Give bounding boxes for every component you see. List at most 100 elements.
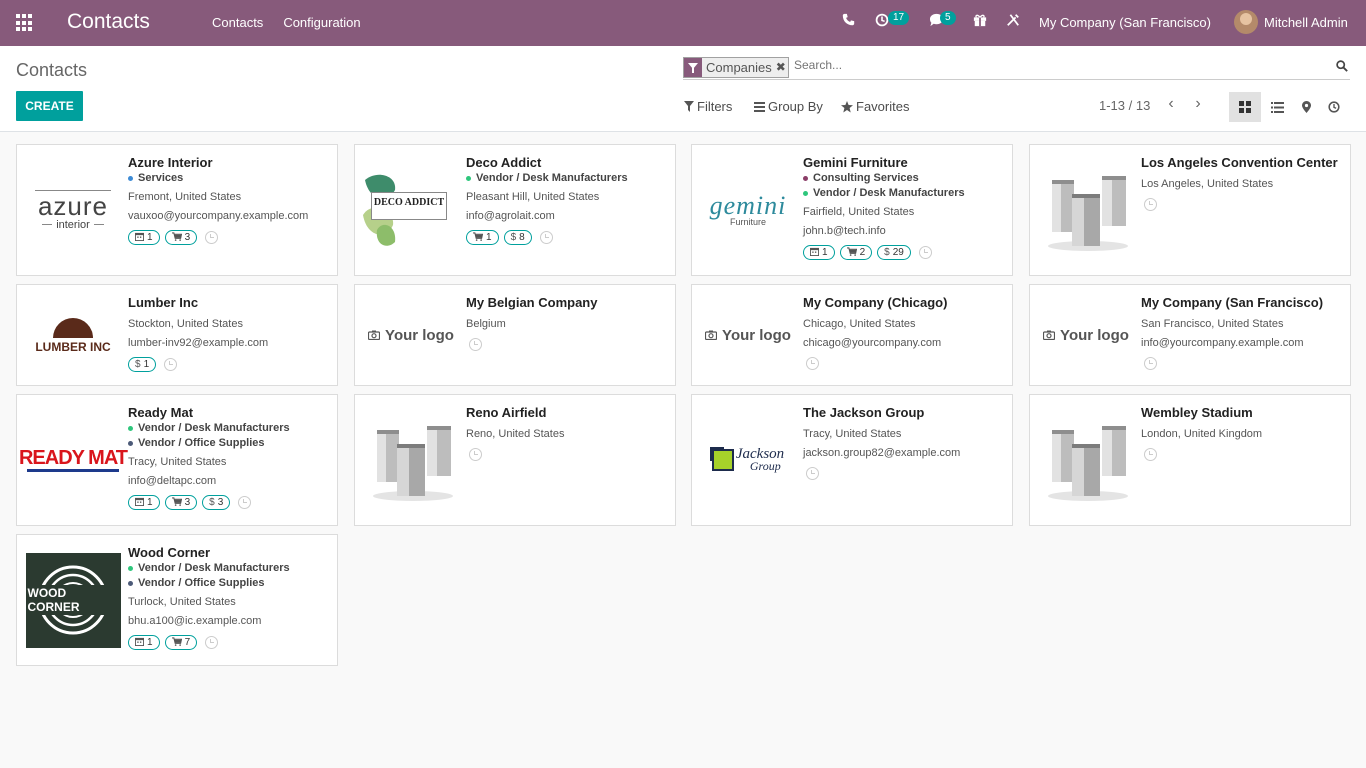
contact-name: Azure Interior: [128, 155, 213, 170]
tag-color-dot: [128, 441, 133, 446]
stat-badge[interactable]: 1: [803, 245, 835, 260]
card-details: Wembley Stadium London, United Kingdom: [1141, 405, 1344, 461]
app-title[interactable]: Contacts: [67, 10, 150, 34]
stat-badge[interactable]: 1: [466, 230, 499, 245]
badge-count: 1: [143, 359, 150, 370]
stat-badge[interactable]: $3: [202, 495, 231, 510]
card-badges: [803, 357, 1006, 370]
card-details: Deco Addict Vendor / Desk Manufacturers Pl…: [466, 155, 669, 245]
badge-count: 3: [217, 497, 224, 508]
search-facet: Companies ✖: [683, 57, 789, 78]
favorites-dropdown[interactable]: Favorites: [841, 99, 909, 114]
activity-clock-icon[interactable]: [469, 448, 482, 461]
contact-card[interactable]: Jackson Group The Jackson Group Tracy, Unit…: [691, 394, 1013, 526]
star-icon: [841, 100, 853, 112]
activity-clock-icon[interactable]: [469, 338, 482, 351]
pager-previous-icon[interactable]: ‹: [1163, 96, 1179, 113]
gift-icon[interactable]: [972, 13, 988, 31]
card-details: Ready Mat Vendor / Desk Manufacturers Vend…: [128, 405, 331, 510]
stat-badge[interactable]: $8: [503, 230, 532, 245]
company-logo: Jackson Group: [692, 395, 804, 525]
card-badges: 1 2 $29: [803, 245, 1006, 260]
company-switcher[interactable]: My Company (San Francisco): [1039, 15, 1211, 30]
contact-name: My Belgian Company: [466, 295, 598, 310]
stat-badge[interactable]: 1: [128, 230, 160, 245]
contact-card[interactable]: LUMBER INC Lumber Inc Stockton, United Sta…: [16, 284, 338, 386]
tag-label: Vendor / Office Supplies: [138, 577, 265, 589]
contact-card[interactable]: Reno Airfield Reno, United States: [354, 394, 676, 526]
user-menu[interactable]: Mitchell Admin: [1264, 15, 1348, 30]
card-badges: [1141, 198, 1344, 211]
activity-view-button[interactable]: [1318, 92, 1350, 122]
stat-badge[interactable]: 1: [128, 635, 160, 650]
card-badges: [1141, 448, 1344, 461]
activity-clock-icon[interactable]: [1144, 357, 1157, 370]
pager-next-icon[interactable]: ›: [1190, 96, 1206, 113]
contact-address: San Francisco, United States: [1141, 318, 1284, 330]
company-logo: Your logo: [355, 285, 467, 385]
card-details: Gemini Furniture Consulting Services Vendo…: [803, 155, 1006, 260]
contact-card[interactable]: azure interior Azure Interior Services Fremo…: [16, 144, 338, 276]
apps-menu-icon[interactable]: [16, 14, 34, 32]
contact-card[interactable]: Los Angeles Convention Center Los Angeles…: [1029, 144, 1351, 276]
card-badges: $1: [128, 357, 331, 372]
contact-card[interactable]: Wembley Stadium London, United Kingdom: [1029, 394, 1351, 526]
contact-card[interactable]: gemini Furniture Gemini Furniture Consultin…: [691, 144, 1013, 276]
stat-badge[interactable]: 3: [164, 230, 198, 245]
badge-count: 7: [184, 637, 191, 648]
activity-clock-icon[interactable]: [806, 467, 819, 480]
tools-icon[interactable]: [1005, 13, 1021, 31]
activity-clock-icon[interactable]: [539, 231, 553, 244]
activity-count-badge: 17: [888, 11, 910, 25]
contact-name: Los Angeles Convention Center: [1141, 155, 1338, 170]
pager-value[interactable]: 1-13 / 13: [1099, 98, 1150, 113]
contact-card[interactable]: Your logo My Company (Chicago) Chicago, Un…: [691, 284, 1013, 386]
control-panel: Contacts CREATE Companies ✖ Filters Grou…: [0, 46, 1366, 132]
activity-clock-icon[interactable]: [205, 231, 219, 244]
phone-icon[interactable]: [840, 13, 856, 31]
menu-item-configuration[interactable]: Configuration: [283, 15, 360, 30]
card-details: Wood Corner Vendor / Desk Manufacturers Ve…: [128, 545, 331, 650]
activity-clock-icon[interactable]: [164, 358, 178, 371]
search-icon[interactable]: [1336, 60, 1348, 72]
card-badges: [466, 448, 669, 461]
groupby-dropdown[interactable]: Group By: [754, 99, 823, 114]
activity-clock-icon[interactable]: [205, 636, 219, 649]
cart-icon: [846, 246, 857, 259]
stat-badge[interactable]: 2: [839, 245, 873, 260]
filters-dropdown[interactable]: Filters: [684, 99, 732, 114]
badge-count: 1: [822, 247, 828, 258]
activity-clock-icon[interactable]: [238, 496, 252, 509]
create-button[interactable]: CREATE: [16, 91, 83, 121]
menu-item-contacts[interactable]: Contacts: [212, 15, 263, 30]
stat-badge[interactable]: $1: [128, 357, 157, 372]
remove-facet-icon[interactable]: ✖: [776, 58, 788, 77]
stat-badge[interactable]: 3: [164, 495, 198, 510]
facet-value: Companies: [706, 60, 772, 75]
contact-card[interactable]: Your logo My Belgian Company Belgium: [354, 284, 676, 386]
activity-clock-icon[interactable]: [918, 246, 932, 259]
contact-card[interactable]: DECO ADDICT Deco Addict Vendor / Desk Manu…: [354, 144, 676, 276]
card-badges: 13: [128, 230, 331, 245]
contact-card[interactable]: WOOD CORNER Wood Corner Vendor / Desk Manu…: [16, 534, 338, 666]
contact-card[interactable]: READY MAT Ready Mat Vendor / Desk Manufact…: [16, 394, 338, 526]
contact-name: My Company (Chicago): [803, 295, 948, 310]
tag-color-dot: [128, 426, 133, 431]
contact-card[interactable]: Your logo My Company (San Francisco) San F…: [1029, 284, 1351, 386]
activity-clock-icon[interactable]: [1144, 198, 1157, 211]
stat-badge[interactable]: $29: [877, 245, 911, 260]
company-logo: READY MAT: [17, 395, 129, 525]
dollar-icon: $: [510, 232, 517, 243]
stat-badge[interactable]: 7: [164, 635, 198, 650]
list-view-button[interactable]: [1261, 92, 1293, 122]
activity-clock-icon[interactable]: [806, 357, 819, 370]
search-input[interactable]: [794, 58, 1314, 72]
stat-badge[interactable]: 1: [128, 495, 160, 510]
user-avatar[interactable]: [1234, 10, 1258, 34]
dollar-icon: $: [209, 497, 215, 508]
contact-name: Deco Addict: [466, 155, 542, 170]
card-details: My Company (Chicago) Chicago, United Stat…: [803, 295, 1006, 370]
kanban-view-button[interactable]: [1229, 92, 1261, 122]
favorites-label: Favorites: [856, 99, 910, 114]
activity-clock-icon[interactable]: [1144, 448, 1157, 461]
